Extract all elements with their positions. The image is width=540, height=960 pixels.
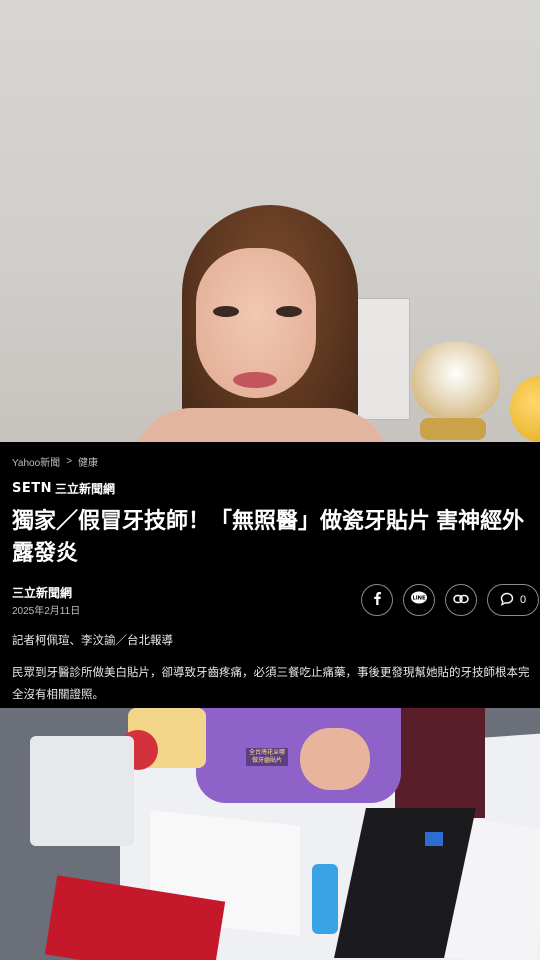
breadcrumb-separator: > [66, 456, 73, 467]
comment-button[interactable]: 0 [487, 584, 539, 616]
decorative-bowl [412, 342, 500, 420]
svg-text:LINE: LINE [412, 595, 426, 601]
caption-line-2: 做牙齒貼片 [252, 758, 283, 764]
article-headline: 獨家／假冒牙技師！「無照醫」做瓷牙貼片 害神經外露發炎 [12, 508, 525, 565]
tape-dispenser [312, 864, 338, 934]
video-frame-bottom[interactable]: 全台灣花ㄓ哪 做牙齒貼片 [0, 708, 540, 960]
logo-name: 三立新聞網 [55, 482, 116, 496]
link-icon [453, 591, 469, 609]
person-arm [300, 728, 370, 790]
comment-icon [500, 592, 514, 609]
publisher-name[interactable]: 三立新聞網 [12, 584, 72, 601]
breadcrumb: Yahoo新聞 > 健康 [12, 454, 98, 469]
reporter-byline: 記者柯佩瑄、李汶諭／台北報導 [12, 635, 173, 647]
person-lips [233, 372, 277, 388]
news-card: Yahoo新聞 > 健康 SETN 三立新聞網 獨家／假冒牙技師！「無照醫」做瓷… [0, 442, 540, 708]
breadcrumb-section[interactable]: 健康 [78, 454, 98, 469]
publisher-logo[interactable]: SETN 三立新聞網 [12, 480, 115, 497]
caption-line-1: 全台灣花ㄓ哪 [249, 750, 286, 756]
publish-date: 2025年2月11日 [12, 606, 81, 617]
line-icon: LINE [410, 591, 428, 610]
article-body: 民眾到牙醫診所做美白貼片，卻導致牙齒疼痛，必須三餐吃止痛藥，事後更發現幫她貼的牙… [12, 667, 530, 701]
share-line-button[interactable]: LINE [403, 584, 435, 616]
golden-ornament [510, 376, 540, 442]
video-frame-top[interactable] [0, 0, 540, 442]
person-eye-right [276, 306, 302, 317]
breadcrumb-source[interactable]: Yahoo新聞 [12, 454, 60, 469]
person-shoulder [132, 408, 390, 442]
copy-link-button[interactable] [445, 584, 477, 616]
pen-holder [30, 736, 134, 846]
comment-count: 0 [519, 594, 527, 606]
bowl-stand [420, 418, 486, 440]
laptop-sticker [425, 832, 443, 846]
logo-mark: SETN [12, 481, 52, 496]
person-eye-left [213, 306, 239, 317]
facebook-icon [371, 591, 383, 610]
background-chair [395, 708, 485, 818]
video-caption: 全台灣花ㄓ哪 做牙齒貼片 [246, 748, 289, 766]
share-facebook-button[interactable] [361, 584, 393, 616]
person-purple-top [196, 708, 401, 803]
